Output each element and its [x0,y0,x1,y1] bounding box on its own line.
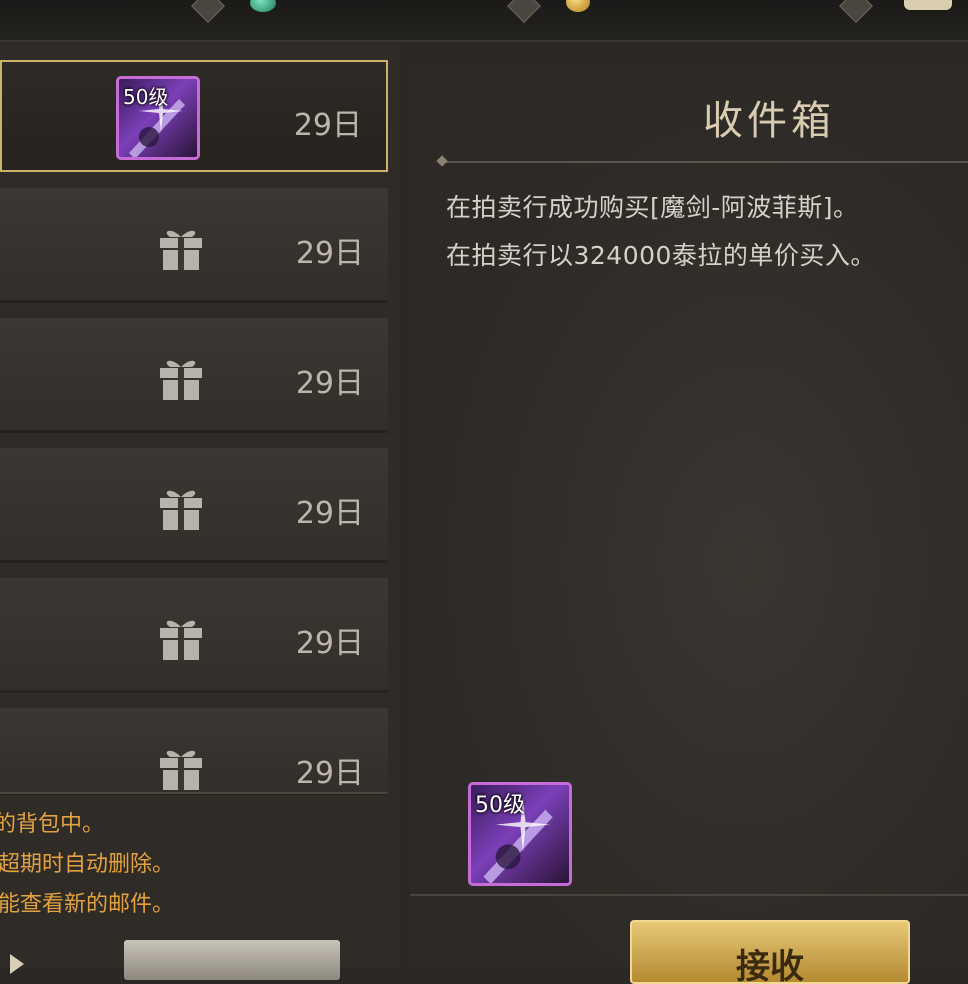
note-line: 能查看新的邮件。 [0,892,175,917]
item-level-label: 50级 [123,85,169,109]
page-title: 收件箱 [703,98,835,144]
mail-item-2[interactable]: 29日 [0,188,388,303]
menu-tab[interactable] [904,0,952,10]
add-gem-icon[interactable] [507,0,541,23]
gem-icon [250,0,276,12]
bottom-divider [410,894,968,896]
note-line: 超期时自动删除。 [0,852,175,877]
mail-item-5[interactable]: 29日 [0,578,388,693]
item-level-label: 50级 [475,793,525,818]
page-arrow-icon[interactable] [10,954,24,974]
accept-button[interactable]: 接收 [630,920,910,984]
bulk-receive-button[interactable] [124,940,340,980]
list-divider [0,792,388,794]
attachment-item-icon[interactable]: 50级 [468,782,572,886]
add-currency-icon[interactable] [191,0,225,23]
mail-item-4[interactable]: 29日 [0,448,388,563]
coin-icon [566,0,590,12]
mail-item-1[interactable]: 50级 29日 [0,60,388,172]
mail-date: 29日 [295,496,364,531]
gift-icon [160,490,202,530]
mail-item-6[interactable]: 29日 [0,708,388,795]
mail-content-panel: 收件箱 在拍卖行成功购买[魔剑-阿波菲斯]。 在拍卖行以324000泰拉的单价买… [410,64,968,984]
sword-item-icon: 50级 [116,76,200,160]
currency-bar [0,0,968,42]
gift-icon [160,360,202,400]
mail-item-3[interactable]: 29日 [0,318,388,433]
mail-message-line: 在拍卖行成功购买[魔剑-阿波菲斯]。 [446,193,859,222]
gift-icon [160,620,202,660]
mail-date: 29日 [295,626,364,661]
mail-date: 29日 [293,108,362,143]
mail-message-line: 在拍卖行以324000泰拉的单价买入。 [446,241,876,270]
title-divider [440,161,968,163]
mail-date: 29日 [295,236,364,271]
mail-date: 29日 [295,756,364,791]
gift-icon [160,750,202,790]
divider-ornament [436,155,448,167]
note-line: 的背包中。 [0,812,105,837]
gift-icon [160,230,202,270]
mail-date: 29日 [295,366,364,401]
add-coin-icon[interactable] [839,0,873,23]
